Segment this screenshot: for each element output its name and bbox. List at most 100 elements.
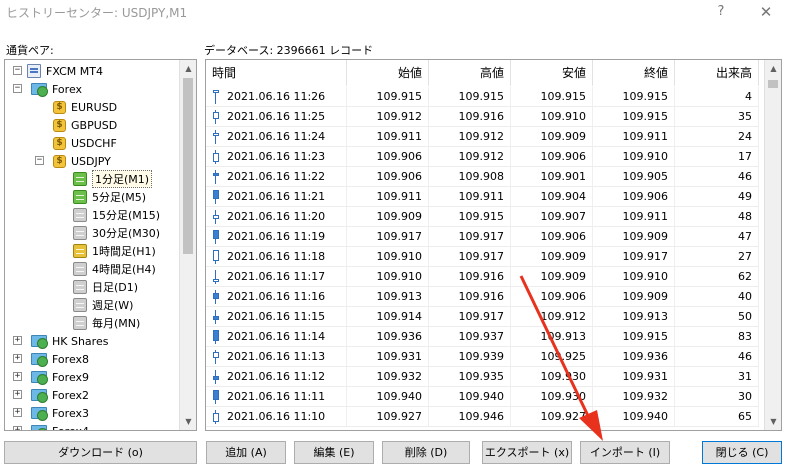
cell-time: 2021.06.16 11:22 [206, 167, 347, 186]
col-header-high[interactable]: 高値 [429, 60, 511, 86]
table-row[interactable]: 2021.06.16 11:21 109.911 109.911 109.904 109… [206, 187, 759, 207]
tree-expander[interactable]: + [13, 408, 22, 417]
cell-high: 109.935 [429, 367, 511, 386]
table-row[interactable]: 2021.06.16 11:14 109.936 109.937 109.913 109… [206, 327, 759, 347]
cell-volume: 27 [675, 247, 759, 266]
tree-item[interactable]: $ GBPUSD [53, 116, 117, 134]
import-button[interactable]: インポート (I) [580, 441, 670, 464]
table-scroll-thumb[interactable] [768, 80, 778, 88]
table-row[interactable]: 2021.06.16 11:22 109.906 109.908 109.901 109… [206, 167, 759, 187]
table-row[interactable]: 2021.06.16 11:25 109.912 109.916 109.910 109… [206, 107, 759, 127]
col-header-close[interactable]: 終値 [593, 60, 675, 86]
delete-button[interactable]: 削除 (D) [382, 441, 470, 464]
table-row[interactable]: 2021.06.16 11:10 109.927 109.946 109.927 109… [206, 407, 759, 427]
tree-item[interactable]: FXCM MT4 [27, 62, 103, 80]
tree-item[interactable]: 日足(D1) [73, 278, 138, 296]
cell-close: 109.915 [593, 327, 675, 346]
tree-item[interactable]: 15分足(M15) [73, 206, 160, 224]
history-table[interactable]: 時間 始値 高値 安値 終値 出来高 2021.06.16 11:26 109.9… [205, 59, 782, 431]
tree-item-label: GBPUSD [71, 118, 118, 132]
table-row[interactable]: 2021.06.16 11:17 109.910 109.916 109.909 109… [206, 267, 759, 287]
tree-scroll-up-arrow[interactable]: ▲ [180, 60, 196, 77]
table-row[interactable]: 2021.06.16 11:20 109.909 109.915 109.907 109… [206, 207, 759, 227]
cell-open: 109.911 [347, 127, 429, 146]
col-header-time[interactable]: 時間 [206, 60, 347, 86]
cell-time: 2021.06.16 11:14 [206, 327, 347, 346]
tree-scrollbar[interactable]: ▲ ▼ [179, 60, 196, 430]
tree-item-label: USDCHF [71, 136, 117, 150]
table-row[interactable]: 2021.06.16 11:19 109.917 109.917 109.906 109… [206, 227, 759, 247]
col-header-low[interactable]: 安値 [511, 60, 593, 86]
tree-item[interactable]: 1時間足(H1) [73, 242, 156, 260]
cell-low: 109.904 [511, 187, 593, 206]
tree-item-label: Forex9 [52, 370, 90, 384]
tree-item[interactable]: HK Shares [31, 332, 108, 350]
database-icon [73, 262, 87, 276]
tree-expander[interactable]: − [13, 84, 22, 93]
cell-time: 2021.06.16 11:17 [206, 267, 347, 286]
tree-scroll-down-arrow[interactable]: ▼ [180, 413, 196, 430]
tree-expander[interactable]: − [13, 66, 22, 75]
tree-item[interactable]: 4時間足(H4) [73, 260, 156, 278]
tree-expander[interactable]: + [13, 372, 22, 381]
table-row[interactable]: 2021.06.16 11:18 109.910 109.917 109.909 109… [206, 247, 759, 267]
cell-time: 2021.06.16 11:24 [206, 127, 347, 146]
tree-item[interactable]: Forex [31, 80, 82, 98]
table-row[interactable]: 2021.06.16 11:26 109.915 109.915 109.915 109… [206, 87, 759, 107]
tree-item[interactable]: 1分足(M1) [73, 170, 153, 188]
tree-item[interactable]: $ USDJPY [53, 152, 111, 170]
cell-high: 109.916 [429, 267, 511, 286]
add-button[interactable]: 追加 (A) [206, 441, 286, 464]
tree-item-label: 日足(D1) [92, 281, 139, 294]
cell-volume: 30 [675, 387, 759, 406]
cell-close: 109.910 [593, 147, 675, 166]
symbol-tree[interactable]: − FXCM MT4− Forex $ EURUSD $ GBPUSD $ USDCHF − $ US… [4, 59, 197, 431]
tree-item[interactable]: $ EURUSD [53, 98, 117, 116]
table-row[interactable]: 2021.06.16 11:24 109.911 109.912 109.909 109… [206, 127, 759, 147]
candle-icon [212, 249, 220, 264]
tree-item[interactable]: 30分足(M30) [73, 224, 160, 242]
tree-expander[interactable]: + [13, 354, 22, 363]
table-scroll-down-arrow[interactable]: ▼ [765, 413, 781, 430]
help-button[interactable]: ? [709, 2, 733, 22]
col-header-volume[interactable]: 出来高 [675, 60, 759, 86]
cell-low: 109.915 [511, 87, 593, 106]
close-icon[interactable]: ✕ [754, 2, 778, 22]
tree-item-label: 1分足(M1) [92, 170, 153, 188]
cell-low: 109.907 [511, 207, 593, 226]
table-row[interactable]: 2021.06.16 11:15 109.914 109.917 109.912 109… [206, 307, 759, 327]
tree-scroll-thumb[interactable] [183, 78, 193, 254]
cell-close: 109.940 [593, 407, 675, 426]
tree-item[interactable]: 5分足(M5) [73, 188, 146, 206]
tree-expander[interactable]: + [13, 426, 22, 430]
table-scroll-up-arrow[interactable]: ▲ [765, 60, 781, 77]
tree-item[interactable]: $ USDCHF [53, 134, 117, 152]
table-row[interactable]: 2021.06.16 11:23 109.906 109.912 109.906 109… [206, 147, 759, 167]
tree-item[interactable]: Forex9 [31, 368, 89, 386]
table-row[interactable]: 2021.06.16 11:11 109.940 109.940 109.930 109… [206, 387, 759, 407]
tree-item[interactable]: 週足(W) [73, 296, 133, 314]
close-button[interactable]: 閉じる (C) [702, 441, 782, 464]
export-button[interactable]: エクスポート (x) [482, 441, 572, 464]
tree-item[interactable]: 毎月(MN) [73, 314, 140, 332]
candle-icon [212, 369, 220, 384]
edit-button[interactable]: 編集 (E) [294, 441, 374, 464]
table-row[interactable]: 2021.06.16 11:16 109.913 109.916 109.906 109… [206, 287, 759, 307]
candle-icon [212, 269, 220, 284]
cell-close: 109.909 [593, 287, 675, 306]
tree-item[interactable]: Forex3 [31, 404, 89, 422]
table-scrollbar[interactable]: ▲ ▼ [764, 60, 781, 430]
table-row[interactable]: 2021.06.16 11:12 109.932 109.935 109.930 109… [206, 367, 759, 387]
tree-expander[interactable]: − [35, 156, 44, 165]
tree-expander[interactable]: + [13, 336, 22, 345]
cell-high: 109.915 [429, 207, 511, 226]
tree-item-label: 30分足(M30) [92, 227, 161, 240]
tree-expander[interactable]: + [13, 390, 22, 399]
tree-item[interactable]: Forex4 [31, 422, 89, 430]
download-button[interactable]: ダウンロード (o) [4, 441, 197, 464]
tree-item[interactable]: Forex2 [31, 386, 89, 404]
tree-item[interactable]: Forex8 [31, 350, 89, 368]
table-row[interactable]: 2021.06.16 11:13 109.931 109.939 109.925 109… [206, 347, 759, 367]
col-header-open[interactable]: 始値 [347, 60, 429, 86]
database-icon [73, 316, 87, 330]
